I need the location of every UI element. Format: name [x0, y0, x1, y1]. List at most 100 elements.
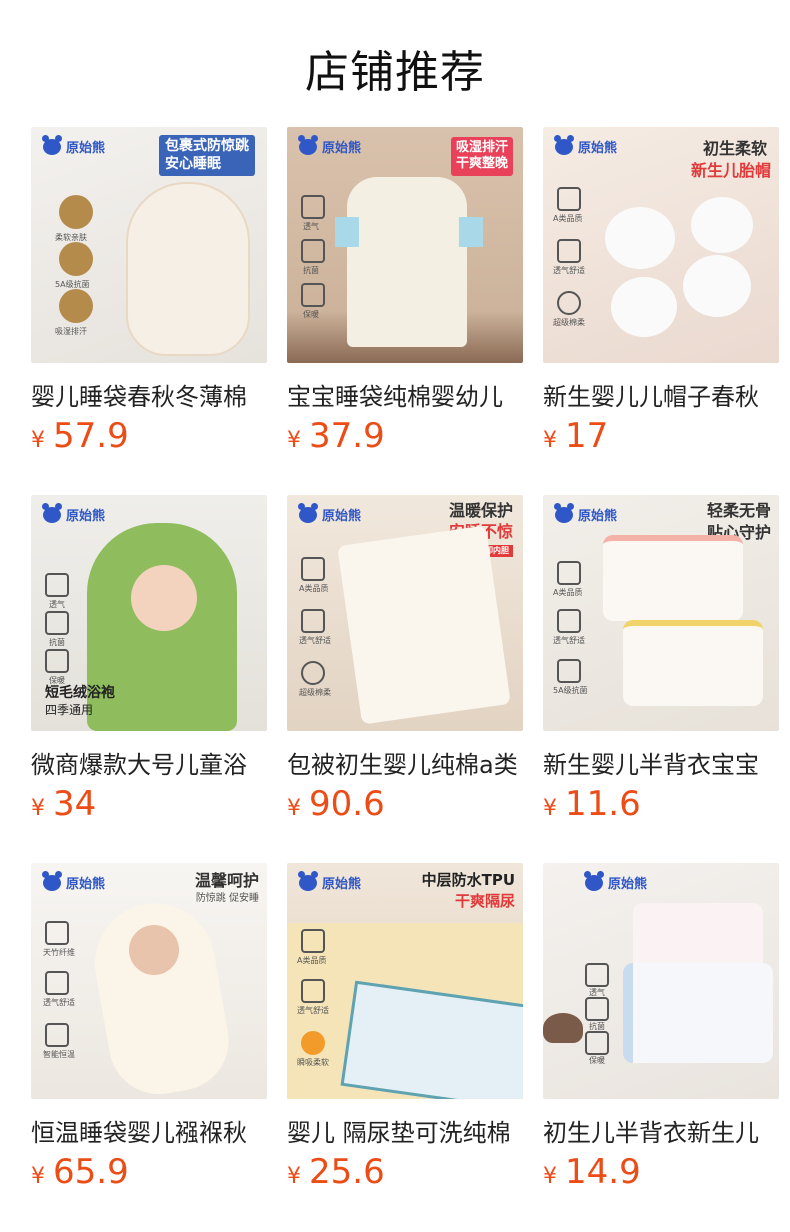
warmth-icon [45, 649, 69, 673]
feature-label: 超级棉柔 [553, 318, 585, 327]
product-image[interactable]: 原始熊 透气 抗菌 保暖 [543, 863, 779, 1099]
feature-label: 超级棉柔 [299, 688, 331, 697]
product-card[interactable]: 原始熊 温馨呵护 防惊跳 促安睡 天竹纤维 透气舒适 智能恒温 恒温睡袋婴儿襁褓… [31, 863, 267, 1192]
a-class-icon [301, 929, 325, 953]
product-tag-line: 包裹式防惊跳 [165, 138, 249, 154]
product-name[interactable]: 微商爆款大号儿童浴 [31, 745, 267, 780]
product-card[interactable]: 原始熊 包裹式防惊跳 安心睡眠 柔软亲肤 5A级抗菌 吸湿排汗 婴儿睡袋春秋冬薄… [31, 127, 267, 456]
feature-label: 透气舒适 [299, 636, 331, 645]
warmth-icon [301, 283, 325, 307]
product-price: ¥25.6 [287, 1152, 385, 1192]
feature-label: 保暖 [303, 310, 319, 319]
feature-label: 吸湿排汗 [55, 327, 87, 336]
baby-top-image [623, 620, 763, 706]
product-tag-line: 四季通用 [45, 703, 94, 717]
feature-label: A类品质 [299, 584, 329, 593]
product-image[interactable]: 原始熊 温馨呵护 防惊跳 促安睡 天竹纤维 透气舒适 智能恒温 [31, 863, 267, 1099]
product-tag-line: 吸湿排汗 [455, 140, 508, 155]
product-image[interactable]: 原始熊 轻柔无骨 贴心守护 A类品质 透气舒适 5A级抗菌 [543, 495, 779, 731]
product-card[interactable]: 原始熊 轻柔无骨 贴心守护 A类品质 透气舒适 5A级抗菌 新生婴儿半背衣宝宝 … [543, 495, 779, 824]
product-price: ¥90.6 [287, 784, 385, 824]
product-card[interactable]: 原始熊 初生柔软 新生儿胎帽 A类品质 透气舒适 超级棉柔 新生婴儿儿帽子春秋 … [543, 127, 779, 456]
product-card[interactable]: 原始熊 温暖保护 安睡不惊 可拆卸内胆 A类品质 透气舒适 超级棉柔 包被初生婴… [287, 495, 523, 824]
a-class-icon [301, 557, 325, 581]
baby-face-image [129, 925, 179, 975]
sleeve-cuff [459, 217, 483, 247]
brand-logo: 原始熊 [554, 134, 617, 156]
baby-hat-image [611, 277, 677, 337]
bear-logo-icon [554, 502, 574, 523]
product-name[interactable]: 包被初生婴儿纯棉a类 [287, 745, 523, 780]
product-name[interactable]: 宝宝睡袋纯棉婴幼儿 [287, 377, 523, 412]
feature-label: 透气舒适 [553, 636, 585, 645]
feature-label: 5A级抗菌 [553, 686, 588, 695]
product-image[interactable]: 原始熊 吸湿排汗 干爽整晚 透气 抗菌 保暖 [287, 127, 523, 363]
product-name[interactable]: 新生婴儿儿帽子春秋 [543, 377, 779, 412]
product-tag-line: 温暖保护 [448, 501, 513, 520]
product-tag-line: 轻柔无骨 [706, 501, 771, 520]
thermostat-icon [45, 1023, 69, 1047]
brand-logo: 原始熊 [584, 870, 647, 892]
swaddle-blanket-image [337, 525, 511, 725]
product-tag-line: 中层防水TPU [421, 871, 515, 889]
product-name[interactable]: 初生儿半背衣新生儿 [543, 1113, 779, 1148]
breathable-icon [557, 239, 581, 263]
breathable-icon [585, 963, 609, 987]
bear-logo-icon [298, 134, 318, 155]
baby-hat-image [691, 197, 753, 253]
bear-logo-icon [298, 502, 318, 523]
product-tag-line: 温馨呵护 [194, 871, 259, 890]
product-card[interactable]: 原始熊 透气 抗菌 保暖 初生儿半背衣新生儿 ¥14.9 [543, 863, 779, 1192]
bear-logo-icon [584, 870, 604, 891]
antibacterial-icon [557, 659, 581, 683]
brand-logo: 原始熊 [298, 502, 361, 524]
a-class-icon [557, 187, 581, 211]
feature-label: A类品质 [553, 214, 583, 223]
soft-cotton-icon [557, 291, 581, 315]
bamboo-fiber-icon [45, 921, 69, 945]
baby-hat-image [605, 207, 675, 269]
product-image[interactable]: 原始熊 温暖保护 安睡不惊 可拆卸内胆 A类品质 透气舒适 超级棉柔 [287, 495, 523, 731]
page-title: 店铺推荐 [305, 47, 485, 98]
breathable-icon [45, 573, 69, 597]
brand-logo: 原始熊 [42, 870, 105, 892]
baby-sleeping-bag-image [126, 182, 250, 356]
product-tag-line: 初生柔软 [702, 139, 767, 158]
product-price: ¥17 [543, 416, 609, 456]
feature-label: 抗菌 [49, 638, 65, 647]
product-card[interactable]: 原始熊 透气 抗菌 保暖 短毛绒浴袍 四季通用 微商爆款大号儿童浴 ¥34 [31, 495, 267, 824]
feature-label: 天竹纤维 [43, 948, 75, 957]
product-price: ¥57.9 [31, 416, 129, 456]
product-tag-line: 短毛绒浴袍 [45, 685, 115, 701]
product-price: ¥14.9 [543, 1152, 641, 1192]
product-name[interactable]: 婴儿睡袋春秋冬薄棉 [31, 377, 267, 412]
product-image[interactable]: 原始熊 包裹式防惊跳 安心睡眠 柔软亲肤 5A级抗菌 吸湿排汗 [31, 127, 267, 363]
product-name[interactable]: 婴儿 隔尿垫可洗纯棉 [287, 1113, 523, 1148]
bear-logo-icon [42, 870, 62, 891]
feature-badge-icon [59, 242, 93, 276]
antibacterial-icon [301, 239, 325, 263]
product-image[interactable]: 原始熊 透气 抗菌 保暖 短毛绒浴袍 四季通用 [31, 495, 267, 731]
brand-logo: 原始熊 [42, 502, 105, 524]
feature-label: 保暖 [589, 1056, 605, 1065]
feature-label: A类品质 [297, 956, 327, 965]
feature-label: 透气 [49, 600, 65, 609]
product-card[interactable]: 原始熊 吸湿排汗 干爽整晚 透气 抗菌 保暖 宝宝睡袋纯棉婴幼儿 ¥37.9 [287, 127, 523, 456]
product-image[interactable]: 原始熊 初生柔软 新生儿胎帽 A类品质 透气舒适 超级棉柔 [543, 127, 779, 363]
warmth-icon [585, 1031, 609, 1055]
bear-logo-icon [298, 870, 318, 891]
product-card[interactable]: 原始熊 中层防水TPU 干爽隔尿 A类品质 透气舒适 瞬吸柔软 婴儿 隔尿垫可洗… [287, 863, 523, 1192]
breathable-icon [301, 979, 325, 1003]
feature-label: 智能恒温 [43, 1050, 75, 1059]
product-tag-line: 干爽整晚 [455, 156, 508, 172]
feature-label: 抗菌 [303, 266, 319, 275]
bear-logo-icon [42, 502, 62, 523]
feature-label: 透气 [303, 222, 319, 231]
product-name[interactable]: 恒温睡袋婴儿襁褓秋 [31, 1113, 267, 1148]
product-price: ¥11.6 [543, 784, 641, 824]
feature-label: A类品质 [553, 588, 583, 597]
product-image[interactable]: 原始熊 中层防水TPU 干爽隔尿 A类品质 透气舒适 瞬吸柔软 [287, 863, 523, 1099]
product-name[interactable]: 新生婴儿半背衣宝宝 [543, 745, 779, 780]
a-class-icon [557, 561, 581, 585]
bear-logo-icon [42, 134, 62, 155]
